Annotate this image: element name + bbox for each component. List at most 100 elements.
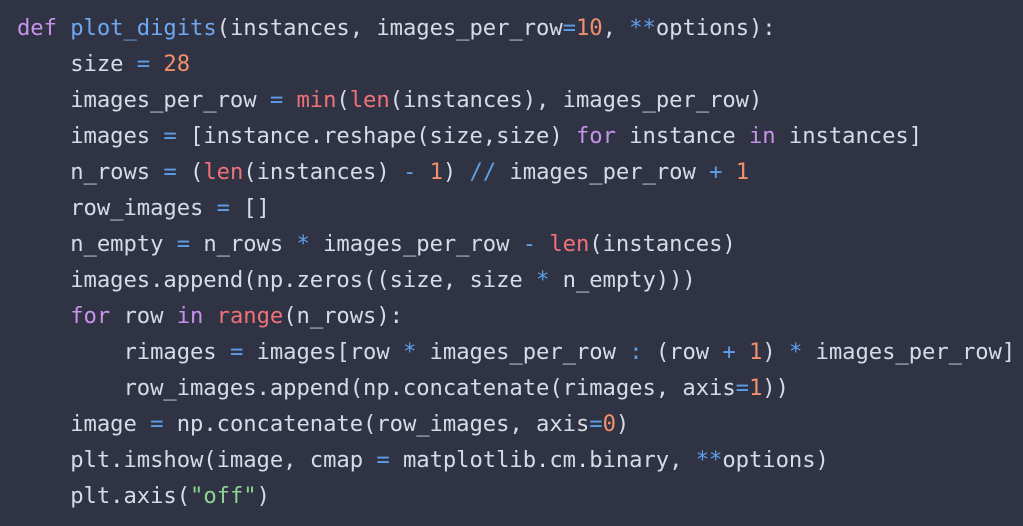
code-token: images [17,123,164,149]
code-token: images_per_row [17,87,270,113]
code-token: ) [615,411,630,437]
code-token: images_per_row [416,339,630,365]
code-token: 0 [602,411,616,437]
code-token: * [402,339,417,365]
code-token: n_rows [190,231,297,257]
code-line[interactable]: def plot_digits(instances, images_per_ro… [17,10,1023,46]
code-token: 1 [749,339,763,365]
code-token: + [709,159,723,185]
code-token: len [549,231,590,257]
code-line[interactable]: for row in range(n_rows): [17,298,1023,334]
code-token: = [589,411,603,437]
code-token: : [629,339,643,365]
code-line[interactable]: images_per_row = min(len(instances), ima… [17,82,1023,118]
code-token: (n_rows): [283,303,403,329]
code-token: 1 [429,159,443,185]
code-token: (row [642,339,723,365]
code-line[interactable]: plt.imshow(image, cmap = matplotlib.cm.b… [17,442,1023,478]
code-token: = [216,195,230,221]
code-token: for [575,123,616,149]
code-token: images.append(np.zeros((size, size [17,267,537,293]
code-token: in [748,123,776,149]
code-token: (instances), images_per_row) [389,87,763,113]
code-token: = [163,123,177,149]
code-token: "off" [190,483,257,509]
code-line[interactable]: images = [instance.reshape(size,size) fo… [17,118,1023,154]
code-token: = [269,87,284,113]
code-token: def [17,15,57,41]
code-token: * [536,267,550,293]
code-token: row_images [17,195,217,221]
code-token: np.concatenate(row_images, axis [163,411,590,437]
code-token: size [17,51,137,77]
code-token: for [70,303,111,329]
code-line[interactable]: n_rows = (len(instances) - 1) // images_… [17,154,1023,190]
code-token: = [376,447,390,473]
code-line[interactable]: n_empty = n_rows * images_per_row - len(… [17,226,1023,262]
code-token: range [216,303,284,329]
code-token: 1 [748,375,763,401]
code-token: = [735,375,749,401]
code-token: // [469,159,497,185]
code-line[interactable]: images.append(np.zeros((size, size * n_e… [17,262,1023,298]
code-token: - [522,231,537,257]
code-token: , [602,15,630,41]
code-token: (instances) [243,159,403,185]
code-token: ) [256,483,270,509]
code-token: images_per_row [309,231,523,257]
code-token: = [229,339,244,365]
code-line[interactable]: size = 28 [17,46,1023,82]
code-token: - [402,159,417,185]
code-token: n_empty [17,231,177,257]
code-token: n_rows [17,159,164,185]
code-token: plt.imshow(image, cmap [17,447,377,473]
code-token: matplotlib.cm.binary, [389,447,696,473]
code-token: ( [176,159,204,185]
code-token: images[row [243,339,403,365]
code-token: * [788,339,803,365]
code-token: = [562,15,576,41]
code-line[interactable]: row_images.append(np.concatenate(rimages… [17,370,1023,406]
code-token: * [296,231,310,257]
code-token: images_per_row [496,159,710,185]
code-token: [instance.reshape(size,size) [176,123,576,149]
code-token: ) [442,159,470,185]
code-token: = [163,159,177,185]
code-token: )) [762,375,789,401]
code-line[interactable]: row_images = [] [17,190,1023,226]
code-line[interactable]: rimages = images[row * images_per_row : … [17,334,1023,370]
code-line[interactable]: plt.axis("off") [17,478,1023,514]
code-token: + [722,339,736,365]
code-editor-pane[interactable]: def plot_digits(instances, images_per_ro… [0,0,1023,526]
code-token: in [176,303,204,329]
code-token: = [150,411,164,437]
code-token: rimages [17,339,230,365]
code-token: (instances, images_per_row [216,15,563,41]
code-line[interactable]: image = np.concatenate(row_images, axis=… [17,406,1023,442]
code-token: 10 [575,15,603,41]
code-token: (instances) [589,231,736,257]
code-token: instance [615,123,749,149]
code-token: 28 [163,51,191,77]
code-token: = [176,231,191,257]
code-token: len [203,159,244,185]
code-token: [] [229,195,270,221]
code-token: n_empty))) [549,267,696,293]
code-token: ( [336,87,350,113]
code-token: options): [655,15,776,41]
code-token: len [349,87,390,113]
code-token: plot_digits [70,15,217,41]
code-token: ) [762,339,789,365]
code-token: 1 [735,159,750,185]
code-token: instances] [775,123,922,149]
code-token: row [110,303,177,329]
